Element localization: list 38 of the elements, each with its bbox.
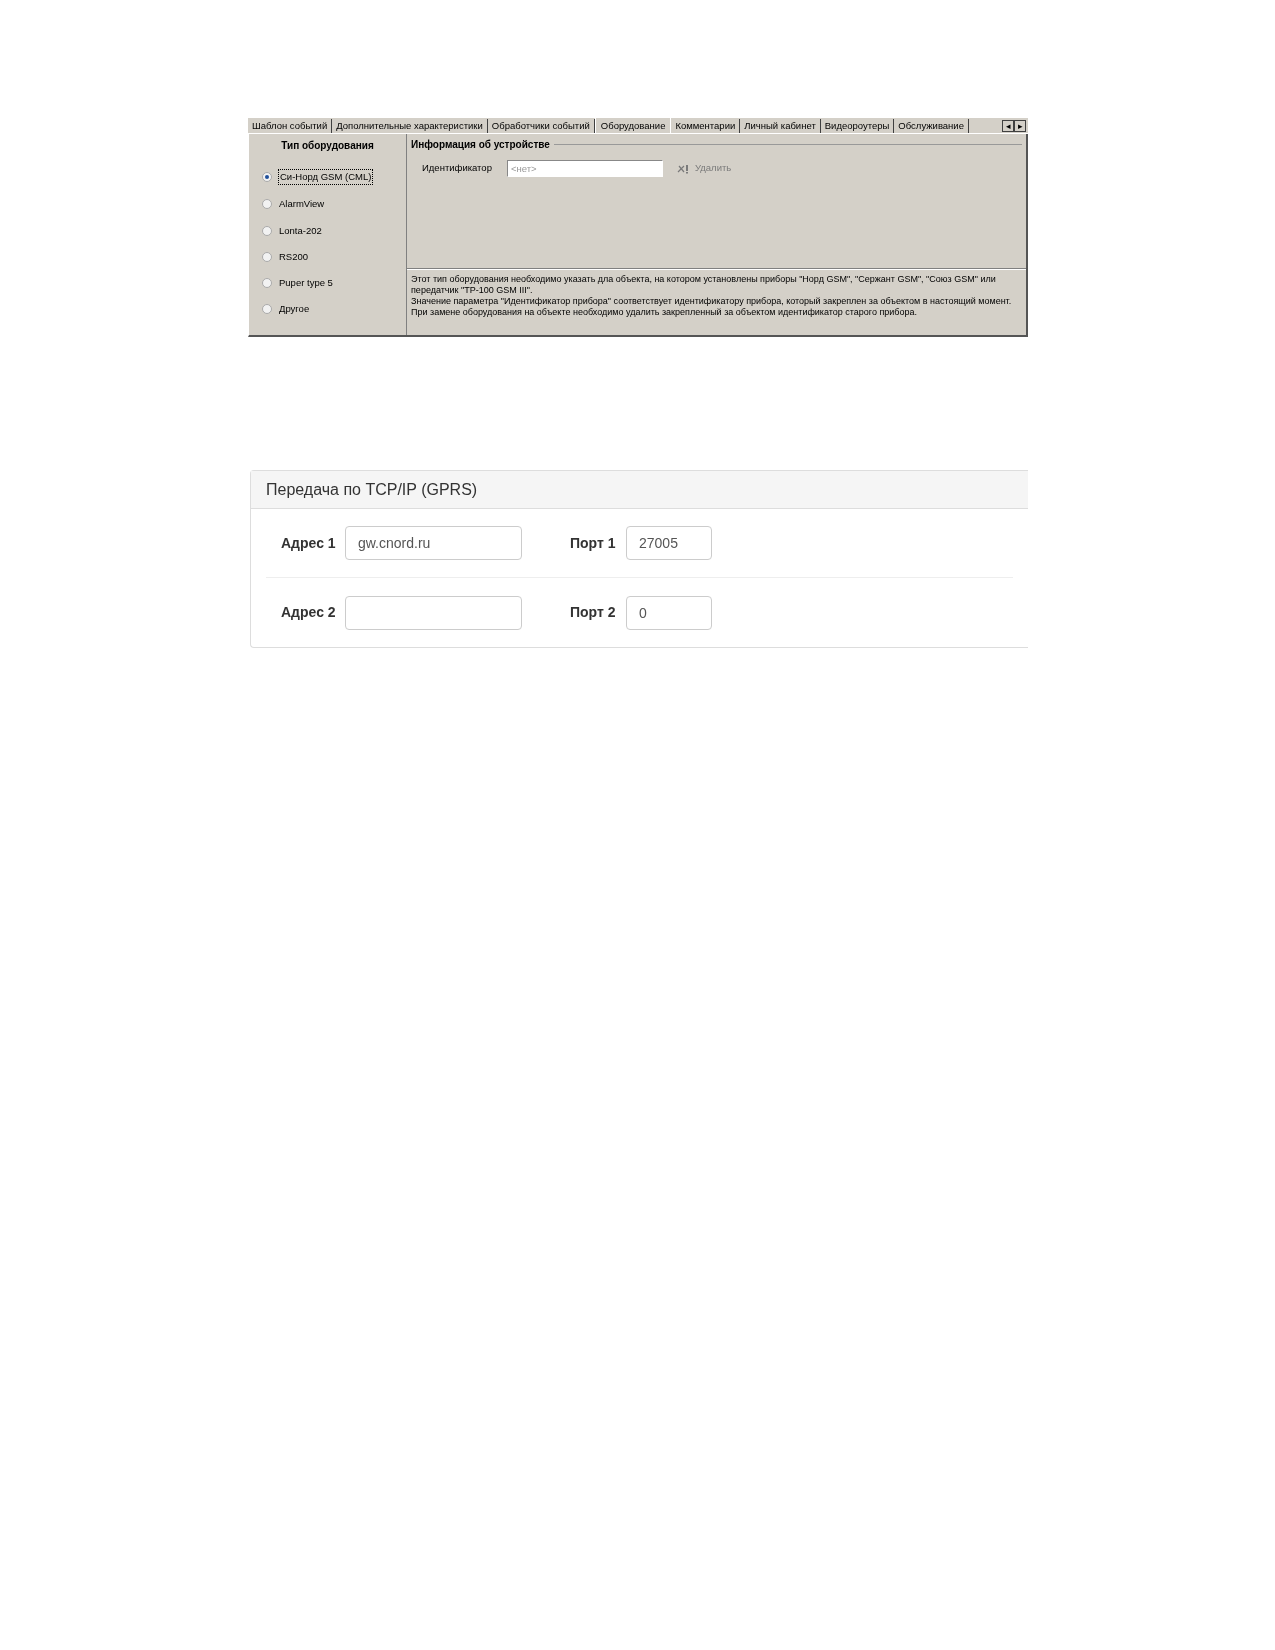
field-label: Адрес 2 (281, 603, 337, 622)
option-label[interactable]: RS200 (278, 249, 310, 264)
address-field[interactable]: gw.cnord.ru (345, 526, 522, 560)
option-label[interactable]: Lonta-202 (278, 223, 323, 238)
option-label[interactable]: Другое (278, 302, 311, 317)
option-label[interactable]: Си-Норд GSM (CML) (278, 169, 374, 186)
radio-button[interactable] (262, 225, 272, 236)
field-label: Идентификатор (422, 161, 493, 176)
description-text: Этот тип оборудования необходимо указать дла объекта, на котором установлены приборы "Норд GSM", "Сержант GSM", "Союз GSM" или передатчик "ТР-100 GSM III". (411, 274, 997, 296)
port-field[interactable]: 27005 (626, 526, 712, 560)
radio-button[interactable] (262, 251, 272, 262)
scroll-right-button[interactable]: ▸ (1014, 120, 1026, 132)
tab[interactable]: Видеороутеры (820, 119, 895, 133)
option-label[interactable]: Puper type 5 (278, 276, 334, 291)
group-title: Информация об устройстве (411, 138, 550, 152)
identifier-field[interactable]: <нет> (507, 160, 663, 177)
radio-button[interactable] (262, 278, 272, 289)
tab[interactable]: Шаблон событий (248, 119, 333, 133)
description-text: Значение параметра "Идентификатор прибора" соответствует идентификатору прибора, который закреплен за объектом в настоящий момент. (411, 296, 1013, 307)
tab[interactable]: Обслуживание (894, 119, 969, 133)
tab[interactable]: Личный кабинет (740, 119, 821, 133)
tab[interactable]: Оборудование (594, 117, 672, 133)
scroll-left-button[interactable]: ◂ (1002, 120, 1014, 132)
field-label: Адрес 1 (281, 533, 337, 553)
port-field[interactable]: 0 (626, 595, 712, 630)
panel-title: Передача по TCP/IP (GPRS) (266, 479, 478, 500)
tab[interactable]: Комментарии (671, 119, 741, 133)
option-label[interactable]: AlarmView (278, 197, 326, 212)
field-label: Порт 1 (570, 533, 617, 553)
field-label: Порт 2 (570, 603, 617, 622)
tab[interactable]: Дополнительные характеристики (332, 119, 488, 133)
section-title: Тип оборудования (280, 139, 375, 153)
description-text: При замене оборудования на объекте необходимо удалить закрепленный за объектом идентификатор старого прибора. (411, 307, 919, 318)
radio-button[interactable] (262, 172, 272, 183)
radio-button[interactable] (262, 199, 272, 210)
tab[interactable]: Обработчики событий (487, 119, 595, 133)
radio-button[interactable] (262, 304, 272, 315)
address-field[interactable] (345, 595, 522, 630)
